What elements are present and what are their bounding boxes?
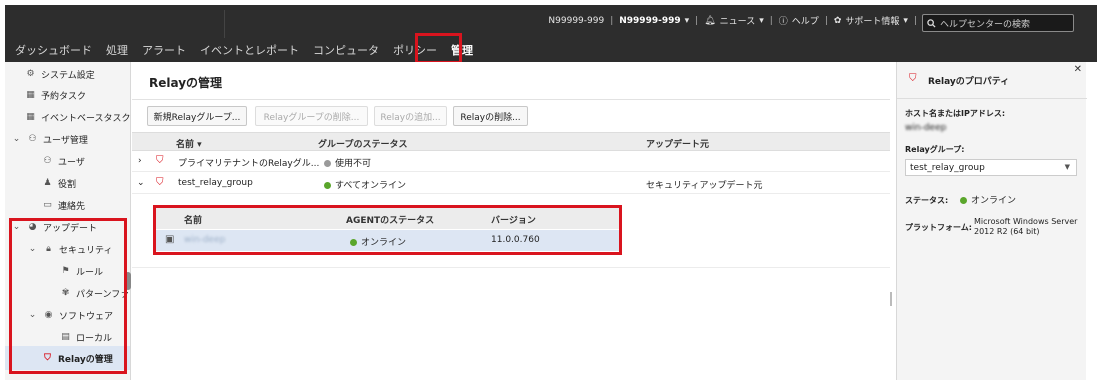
bell-icon: 🔔︎: [704, 15, 716, 26]
row-name: プライマリテナントのRelayグル...: [178, 159, 320, 169]
relay-shield-icon: ⛉: [909, 73, 917, 84]
delete-relay-button[interactable]: Relayの削除...: [453, 106, 528, 126]
chevron-down-icon[interactable]: ⌄: [11, 134, 22, 145]
utility-links: N99999-999 | N99999-999 ▾ | 🔔︎ ニュース ▾ | …: [548, 14, 917, 28]
status-value: オンライン: [960, 193, 1016, 206]
search-placeholder: ヘルプセンターの検索: [940, 19, 1031, 30]
status-label: ステータス:: [905, 196, 949, 205]
row-status: 使用不可: [324, 156, 371, 169]
panel-resize-handle[interactable]: [890, 292, 892, 306]
sidebar-item-scheduled-tasks[interactable]: ▦ 予約タスク: [25, 85, 86, 105]
chevron-down-icon: ▾: [759, 15, 764, 26]
relay-shield-icon: ⛉: [156, 177, 164, 188]
add-relay-button[interactable]: Relayの追加...: [374, 106, 447, 126]
highlight-relay-sub-table: [153, 205, 622, 255]
page-title: Relayの管理: [149, 76, 223, 90]
nav-events-reports[interactable]: イベントとレポート: [200, 42, 299, 58]
nav-dashboard[interactable]: ダッシュボード: [15, 42, 92, 58]
delete-relay-group-button[interactable]: Relayグループの削除...: [255, 106, 368, 126]
news-link[interactable]: ニュース: [720, 14, 756, 27]
column-update-source[interactable]: アップデート元: [646, 137, 709, 150]
platform-value-line2: 2012 R2 (64 bit): [974, 227, 1040, 236]
help-icon: ⓘ: [778, 17, 788, 27]
chevron-down-icon: ▾: [684, 15, 690, 26]
new-relay-group-button[interactable]: 新規Relayグループ...: [147, 106, 247, 126]
close-icon[interactable]: ✕: [1074, 64, 1082, 75]
users-icon: ⚇: [43, 156, 52, 166]
users-icon: ⚇: [28, 134, 37, 144]
table-end-divider: [132, 267, 890, 268]
chevron-down-icon[interactable]: ⌄: [137, 178, 145, 188]
host-value: win-deep: [905, 123, 947, 133]
table-row[interactable]: ⌄ ⛉ test_relay_group すべてオンライン セキュリティアップデ…: [132, 173, 890, 194]
support-link[interactable]: サポート情報: [845, 14, 899, 27]
help-search-input[interactable]: ヘルプセンターの検索: [922, 14, 1074, 32]
sidebar-item-label: 連絡先: [58, 201, 86, 212]
properties-panel: ✕ ⛉ Relayのプロパティ ホスト名またはIPアドレス: win-deep …: [896, 62, 1087, 380]
nav-actions[interactable]: 処理: [106, 42, 128, 58]
status-dot: [324, 160, 331, 167]
status-dot: [960, 197, 967, 204]
host-label: ホスト名またはIPアドレス:: [905, 109, 1006, 118]
help-link[interactable]: ヘルプ: [792, 14, 819, 27]
calendar-icon: ▦: [26, 112, 35, 122]
toolbar-divider: [132, 99, 890, 100]
sidebar-item-contacts[interactable]: ▭ 連絡先: [42, 195, 85, 215]
gear-icon: ⚙: [26, 69, 35, 79]
row-source: セキュリティアップデート元: [646, 181, 763, 191]
chevron-right-icon[interactable]: ›: [138, 156, 142, 166]
calendar-icon: ▦: [26, 90, 35, 100]
sidebar-item-label: 予約タスク: [41, 91, 87, 102]
platform-label: プラットフォーム:: [905, 223, 972, 232]
status-dot: [324, 182, 331, 189]
column-group-status[interactable]: グループのステータス: [318, 137, 407, 150]
app-window: N99999-999 | N99999-999 ▾ | 🔔︎ ニュース ▾ | …: [0, 0, 1102, 385]
nav-computers[interactable]: コンピュータ: [313, 42, 379, 58]
highlight-sidebar-updates: [9, 218, 127, 374]
row-name: test_relay_group: [178, 178, 253, 188]
properties-title: Relayのプロパティ: [928, 77, 1010, 87]
sidebar-item-event-based-tasks[interactable]: ▦ イベントベースタスク: [25, 107, 131, 127]
logo-area: [15, 10, 225, 38]
relay-group-select[interactable]: test_relay_group ▼: [905, 159, 1077, 176]
account-menu[interactable]: N99999-999: [619, 16, 680, 26]
properties-divider: [897, 98, 1087, 99]
relay-shield-icon: ⛉: [156, 155, 164, 166]
relay-group-value: test_relay_group: [910, 162, 985, 173]
sidebar-item-roles[interactable]: ♟ 役割: [42, 173, 76, 193]
top-bar: N99999-999 | N99999-999 ▾ | 🔔︎ ニュース ▾ | …: [5, 5, 1097, 62]
column-name[interactable]: 名前 ▾: [176, 137, 202, 150]
lifebuoy-icon: ✿: [833, 15, 842, 26]
row-status: すべてオンライン: [324, 178, 406, 191]
chevron-down-icon: ▼: [1064, 163, 1070, 171]
search-icon: [927, 18, 936, 28]
sidebar-item-label: ユーザ管理: [43, 135, 88, 146]
table-row[interactable]: › ⛉ プライマリテナントのRelayグル... 使用不可: [132, 151, 890, 172]
highlight-admin-tab: [415, 33, 462, 64]
sidebar-item-users[interactable]: ⚇ ユーザ: [42, 151, 85, 171]
relay-group-label: Relayグループ:: [905, 145, 965, 154]
table-header: 名前 ▾ グループのステータス アップデート元: [132, 132, 890, 151]
sidebar-item-label: イベントベースタスク: [41, 113, 131, 124]
contact-icon: ▭: [43, 200, 52, 210]
nav-alerts[interactable]: アラート: [142, 42, 186, 58]
role-icon: ♟: [43, 178, 52, 188]
sidebar-item-system-settings[interactable]: ⚙ システム設定: [25, 64, 95, 84]
account-id: N99999-999: [548, 15, 605, 26]
sidebar-item-user-management[interactable]: ⌄ ⚇ ユーザ管理: [11, 129, 88, 149]
sidebar-item-label: システム設定: [41, 70, 95, 81]
sidebar-item-label: ユーザ: [58, 157, 85, 168]
sidebar-item-label: 役割: [58, 179, 77, 190]
platform-value-line1: Microsoft Windows Server: [974, 217, 1078, 226]
chevron-down-icon: ▾: [903, 15, 908, 26]
